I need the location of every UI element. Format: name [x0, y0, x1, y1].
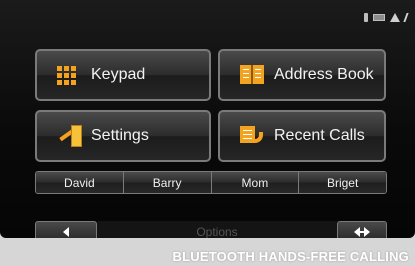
contact-briget-button[interactable]: Briget — [299, 172, 386, 193]
bottom-bar: Options — [35, 221, 387, 238]
options-button[interactable]: Options — [97, 221, 337, 238]
keypad-grid-icon — [57, 64, 81, 86]
settings-label: Settings — [91, 127, 149, 144]
contact-david-button[interactable]: David — [36, 172, 124, 193]
status-bar — [364, 13, 415, 22]
battery-icon — [373, 14, 385, 21]
caption-banner: BLUETOOTH HANDS-FREE CALLING — [0, 247, 415, 266]
recent-calls-icon — [240, 125, 264, 147]
recent-calls-label: Recent Calls — [274, 127, 365, 144]
keypad-label: Keypad — [91, 66, 146, 83]
signal-icon — [403, 13, 415, 22]
back-button[interactable] — [35, 221, 97, 238]
address-book-label: Address Book — [274, 66, 374, 83]
settings-button[interactable]: Settings — [35, 110, 211, 162]
warning-icon — [390, 13, 400, 22]
address-book-icon — [240, 64, 264, 86]
phone-icon — [364, 13, 368, 22]
swap-button[interactable] — [337, 221, 387, 238]
contact-barry-button[interactable]: Barry — [123, 172, 212, 193]
settings-icon — [57, 125, 82, 147]
left-arrow-icon — [63, 227, 69, 237]
favorite-contacts-bar: David Barry Mom Briget — [35, 171, 387, 194]
keypad-button[interactable]: Keypad — [35, 49, 211, 101]
device-screen: Keypad Address Book Settings Recent Call… — [0, 0, 415, 238]
contact-mom-button[interactable]: Mom — [211, 172, 300, 193]
address-book-button[interactable]: Address Book — [218, 49, 386, 101]
swap-arrows-icon — [354, 227, 370, 237]
recent-calls-button[interactable]: Recent Calls — [218, 110, 386, 162]
